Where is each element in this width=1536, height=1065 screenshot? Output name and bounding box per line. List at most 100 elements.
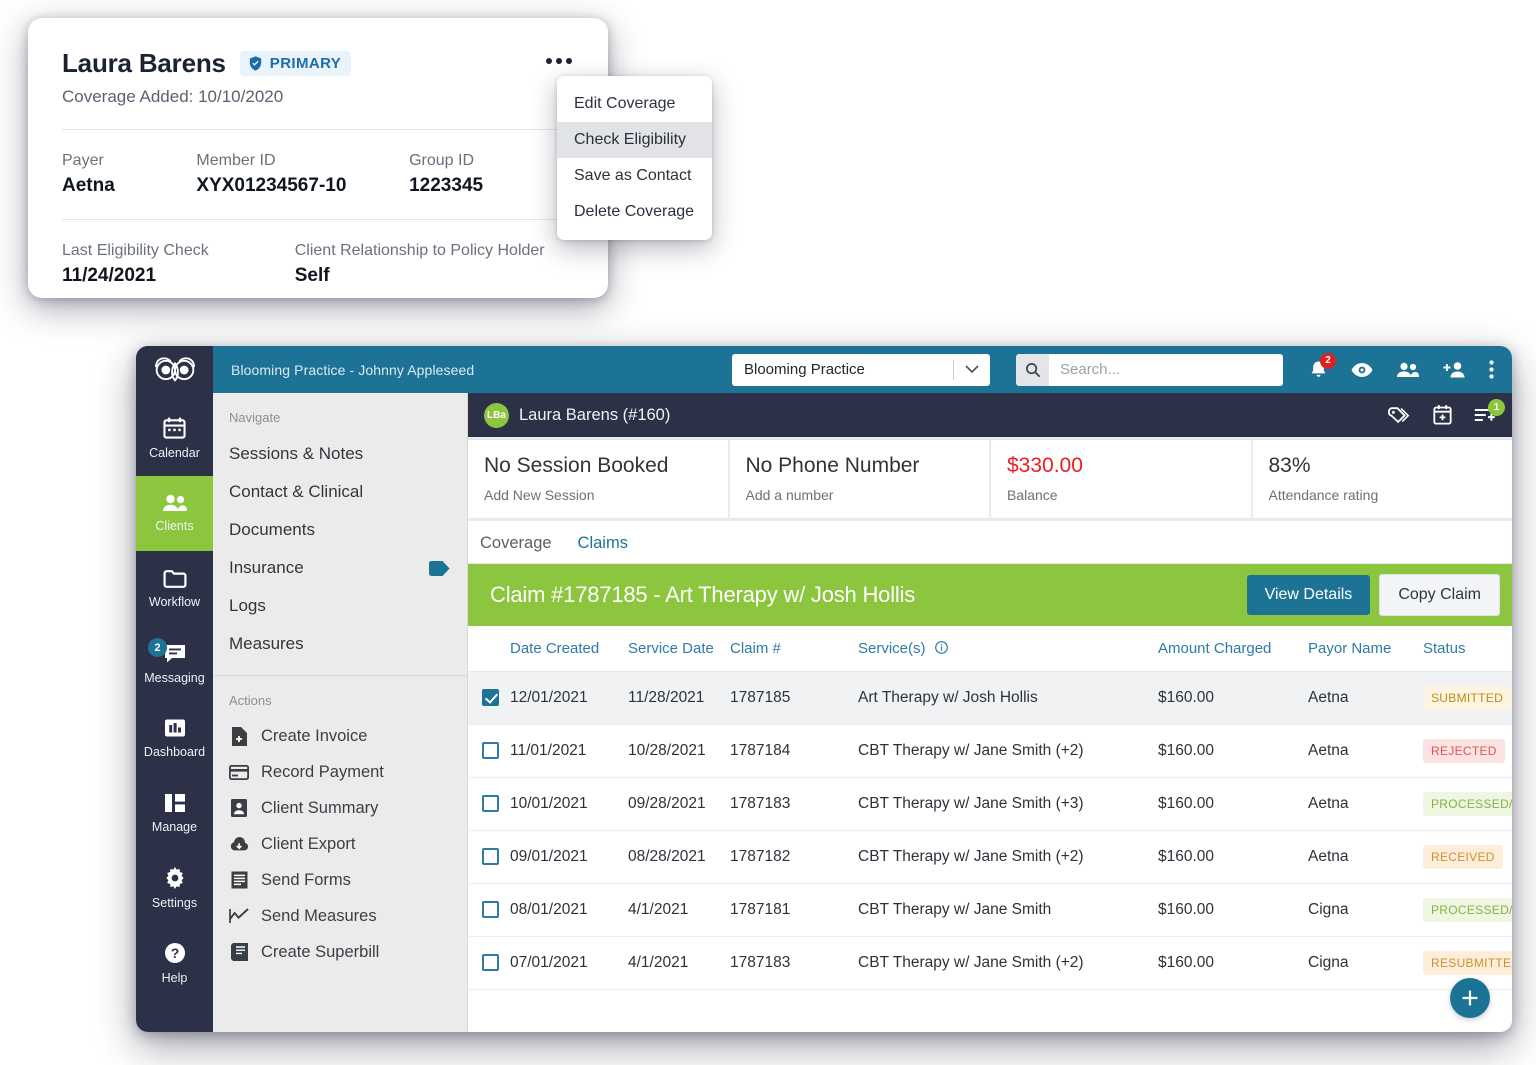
notification-count-badge: 2 bbox=[1320, 352, 1336, 369]
cell-claim-number: 1787182 bbox=[730, 830, 858, 884]
table-row[interactable]: 11/01/2021 10/28/2021 1787184 CBT Therap… bbox=[468, 724, 1512, 778]
add-calendar-icon[interactable] bbox=[1433, 405, 1452, 425]
header-date-created[interactable]: Date Created bbox=[510, 626, 628, 672]
cell-service-date: 4/1/2021 bbox=[628, 883, 730, 937]
row-checkbox-cell[interactable] bbox=[468, 883, 510, 937]
menu-item-save-as-contact[interactable]: Save as Contact bbox=[557, 158, 712, 194]
tags-icon[interactable] bbox=[1388, 406, 1411, 424]
messaging-count-badge: 2 bbox=[148, 638, 167, 657]
notifications-bell-icon[interactable]: 2 bbox=[1309, 352, 1336, 380]
action-client-summary[interactable]: Client Summary bbox=[213, 790, 467, 826]
tab-coverage[interactable]: Coverage bbox=[480, 534, 552, 553]
field-group-id-label: Group ID bbox=[409, 152, 475, 169]
action-create-superbill[interactable]: Create Superbill bbox=[213, 934, 467, 970]
field-last-eligibility-value: 11/24/2021 bbox=[62, 265, 157, 286]
nav-item-sessions-notes[interactable]: Sessions & Notes bbox=[213, 435, 467, 473]
row-checkbox-cell[interactable] bbox=[468, 830, 510, 884]
sidebar-item-clients[interactable]: Clients bbox=[136, 476, 213, 551]
form-icon bbox=[229, 870, 249, 890]
status-badge: PROCESSED/PAID bbox=[1423, 897, 1512, 922]
sidebar-item-messaging[interactable]: 2 Messaging bbox=[136, 626, 213, 701]
row-checkbox[interactable] bbox=[482, 688, 499, 706]
sidebar-label-dashboard: Dashboard bbox=[143, 745, 206, 759]
table-row[interactable]: 09/01/2021 08/28/2021 1787182 CBT Therap… bbox=[468, 830, 1512, 884]
cell-status: SUBMITTED bbox=[1423, 671, 1512, 725]
stat-card-balance[interactable]: $330.00 Balance bbox=[991, 439, 1251, 519]
stat-card-attendance[interactable]: 83% Attendance rating bbox=[1252, 439, 1512, 519]
people-icon[interactable] bbox=[1396, 362, 1420, 378]
header-services[interactable]: Service(s) bbox=[858, 626, 1158, 672]
sidebar-item-manage[interactable]: Manage bbox=[136, 776, 213, 851]
row-checkbox-cell[interactable] bbox=[468, 671, 510, 725]
sidebar-item-calendar[interactable]: Calendar bbox=[136, 401, 213, 476]
add-note-icon[interactable]: 1 bbox=[1474, 398, 1505, 424]
nav-item-documents[interactable]: Documents bbox=[213, 511, 467, 549]
eye-icon[interactable] bbox=[1351, 362, 1373, 378]
stat-card-phone[interactable]: No Phone Number Add a number bbox=[729, 439, 989, 519]
row-checkbox-cell[interactable] bbox=[468, 724, 510, 778]
practice-selector-value: Blooming Practice bbox=[744, 361, 865, 378]
action-send-forms[interactable]: Send Forms bbox=[213, 862, 467, 898]
note-count-badge: 1 bbox=[1488, 398, 1505, 416]
action-create-invoice[interactable]: Create Invoice bbox=[213, 718, 467, 754]
coverage-more-options-button[interactable] bbox=[544, 52, 574, 70]
action-record-payment[interactable]: Record Payment bbox=[213, 754, 467, 790]
overflow-menu-icon[interactable] bbox=[1489, 360, 1494, 379]
field-client-relationship-value: Self bbox=[294, 265, 330, 286]
status-badge: RECEIVED bbox=[1423, 844, 1503, 869]
search-icon[interactable] bbox=[1016, 353, 1049, 386]
header-payor-name[interactable]: Payor Name bbox=[1308, 626, 1423, 672]
header-claim-number[interactable]: Claim # bbox=[730, 626, 858, 672]
sidebar-item-help[interactable]: ? Help bbox=[136, 926, 213, 1001]
nav-item-contact-clinical[interactable]: Contact & Clinical bbox=[213, 473, 467, 511]
cell-amount: $160.00 bbox=[1158, 830, 1308, 884]
header-service-date[interactable]: Service Date bbox=[628, 626, 730, 672]
header-status[interactable]: Status bbox=[1423, 626, 1512, 672]
view-details-button[interactable]: View Details bbox=[1246, 575, 1371, 615]
row-checkbox-cell[interactable] bbox=[468, 936, 510, 990]
tab-claims[interactable]: Claims bbox=[578, 534, 628, 553]
copy-claim-button[interactable]: Copy Claim bbox=[1379, 574, 1500, 616]
table-row[interactable]: 10/01/2021 09/28/2021 1787183 CBT Therap… bbox=[468, 777, 1512, 831]
plus-icon bbox=[1462, 990, 1478, 1006]
row-checkbox[interactable] bbox=[482, 794, 499, 812]
practice-selector[interactable]: Blooming Practice bbox=[732, 353, 990, 386]
row-checkbox[interactable] bbox=[482, 900, 499, 918]
menu-item-delete-coverage[interactable]: Delete Coverage bbox=[557, 194, 712, 230]
header-amount-charged[interactable]: Amount Charged bbox=[1158, 626, 1308, 672]
menu-item-check-eligibility[interactable]: Check Eligibility bbox=[557, 122, 712, 158]
sidebar-item-workflow[interactable]: Workflow bbox=[136, 551, 213, 626]
table-row[interactable]: 07/01/2021 4/1/2021 1787183 CBT Therapy … bbox=[468, 936, 1512, 990]
nav-item-logs[interactable]: Logs bbox=[213, 587, 467, 625]
row-checkbox[interactable] bbox=[482, 953, 499, 971]
action-client-export[interactable]: Client Export bbox=[213, 826, 467, 862]
info-icon[interactable] bbox=[934, 640, 948, 658]
app-logo[interactable] bbox=[136, 346, 213, 393]
table-row[interactable]: 08/01/2021 4/1/2021 1787181 CBT Therapy … bbox=[468, 883, 1512, 937]
table-row[interactable]: 12/01/2021 11/28/2021 1787185 Art Therap… bbox=[468, 671, 1512, 725]
search-box bbox=[1016, 353, 1283, 386]
navigate-section-title: Navigate bbox=[229, 410, 281, 425]
cell-payor: Aetna bbox=[1308, 777, 1423, 831]
cell-payor: Aetna bbox=[1308, 671, 1423, 725]
insurance-tabs: Coverage Claims bbox=[468, 521, 1512, 564]
row-checkbox-cell[interactable] bbox=[468, 777, 510, 831]
stat-card-session[interactable]: No Session Booked Add New Session bbox=[468, 439, 728, 519]
nav-item-insurance[interactable]: Insurance bbox=[213, 549, 467, 587]
row-checkbox[interactable] bbox=[482, 741, 499, 759]
chevron-down-icon bbox=[954, 365, 990, 374]
add-claim-fab[interactable] bbox=[1450, 978, 1490, 1018]
search-input[interactable] bbox=[1049, 353, 1283, 386]
claim-banner-title: Claim #1787185 - Art Therapy w/ Josh Hol… bbox=[490, 582, 916, 607]
sidebar-item-settings[interactable]: Settings bbox=[136, 851, 213, 926]
sidebar-item-dashboard[interactable]: Dashboard bbox=[136, 701, 213, 776]
action-label-create-invoice: Create Invoice bbox=[261, 726, 368, 745]
action-send-measures[interactable]: Send Measures bbox=[213, 898, 467, 934]
sidebar-label-workflow: Workflow bbox=[148, 594, 201, 609]
stat-balance-label: Balance bbox=[1007, 487, 1058, 503]
stat-balance-value: $330.00 bbox=[1007, 454, 1083, 477]
nav-item-measures[interactable]: Measures bbox=[213, 625, 467, 663]
row-checkbox[interactable] bbox=[482, 847, 499, 865]
add-person-icon[interactable] bbox=[1443, 361, 1466, 378]
menu-item-edit-coverage[interactable]: Edit Coverage bbox=[557, 86, 712, 122]
